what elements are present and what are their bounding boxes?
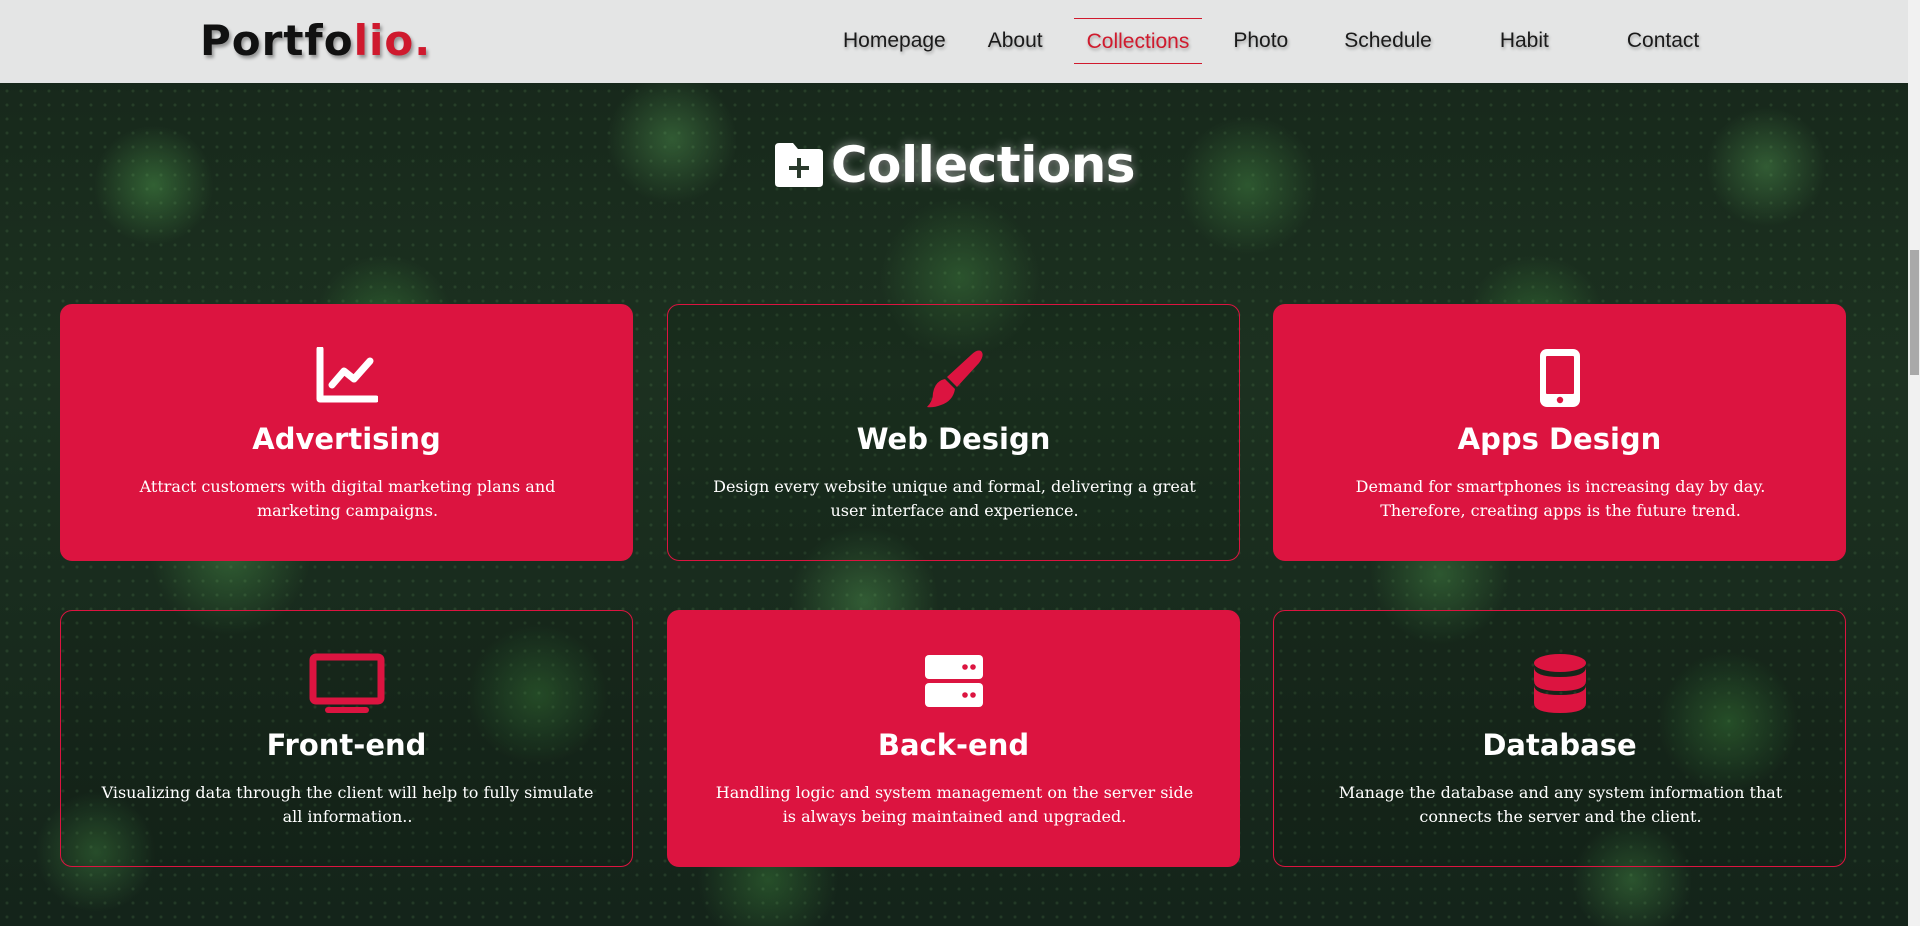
page-scrollbar[interactable] [1908,0,1920,926]
section-header: Collections [0,136,1908,194]
site-header: Portfolio. Homepage About Collections Ph… [0,0,1908,83]
card-description: Design every website unique and formal, … [713,477,1196,520]
card-description: Demand for smartphones is increasing day… [1355,477,1766,520]
paintbrush-icon [926,350,983,408]
card-title: Front-end [266,728,427,762]
nav-item-collections[interactable]: Collections [1073,18,1203,64]
folder-plus-icon [774,143,823,187]
card-description: Attract customers with digital marketing… [139,477,556,520]
card-title: Web Design [856,422,1051,456]
card-apps-design[interactable]: Apps Design Demand for smartphones is in… [1273,304,1846,561]
server-icon [924,655,983,707]
section-title: Collections [830,136,1136,194]
scrollbar-thumb[interactable] [1910,250,1919,375]
nav-item-about[interactable]: About [975,18,1056,64]
logo[interactable]: Portfolio. [200,16,431,65]
card-description: Visualizing data through the client will… [101,783,594,826]
card-front-end[interactable]: Front-end Visualizing data through the c… [60,610,633,867]
card-web-design[interactable]: Web Design Design every website unique a… [667,304,1240,561]
nav-item-habit[interactable]: Habit [1487,18,1562,64]
card-description: Handling logic and system management on … [715,783,1194,826]
card-description: Manage the database and any system infor… [1338,783,1783,826]
card-title: Advertising [252,422,441,456]
card-title: Apps Design [1457,422,1662,456]
card-database[interactable]: Database Manage the database and any sys… [1273,610,1846,867]
nav-item-schedule[interactable]: Schedule [1331,18,1445,64]
monitor-icon [309,653,384,713]
main-nav: Homepage About Collections Photo Schedul… [830,18,1712,64]
card-advertising[interactable]: Advertising Attract customers with digit… [60,304,633,561]
logo-accent-text: lio. [353,16,432,65]
logo-main-text: Portfo [200,16,354,65]
card-title: Back-end [877,728,1030,762]
mobile-phone-icon [1539,349,1580,407]
nav-item-photo[interactable]: Photo [1220,18,1301,64]
nav-item-contact[interactable]: Contact [1614,18,1712,64]
nav-item-homepage[interactable]: Homepage [830,18,959,64]
database-icon [1533,654,1586,713]
chart-line-icon [316,347,378,403]
card-title: Database [1482,728,1637,762]
card-back-end[interactable]: Back-end Handling logic and system manag… [667,610,1240,867]
